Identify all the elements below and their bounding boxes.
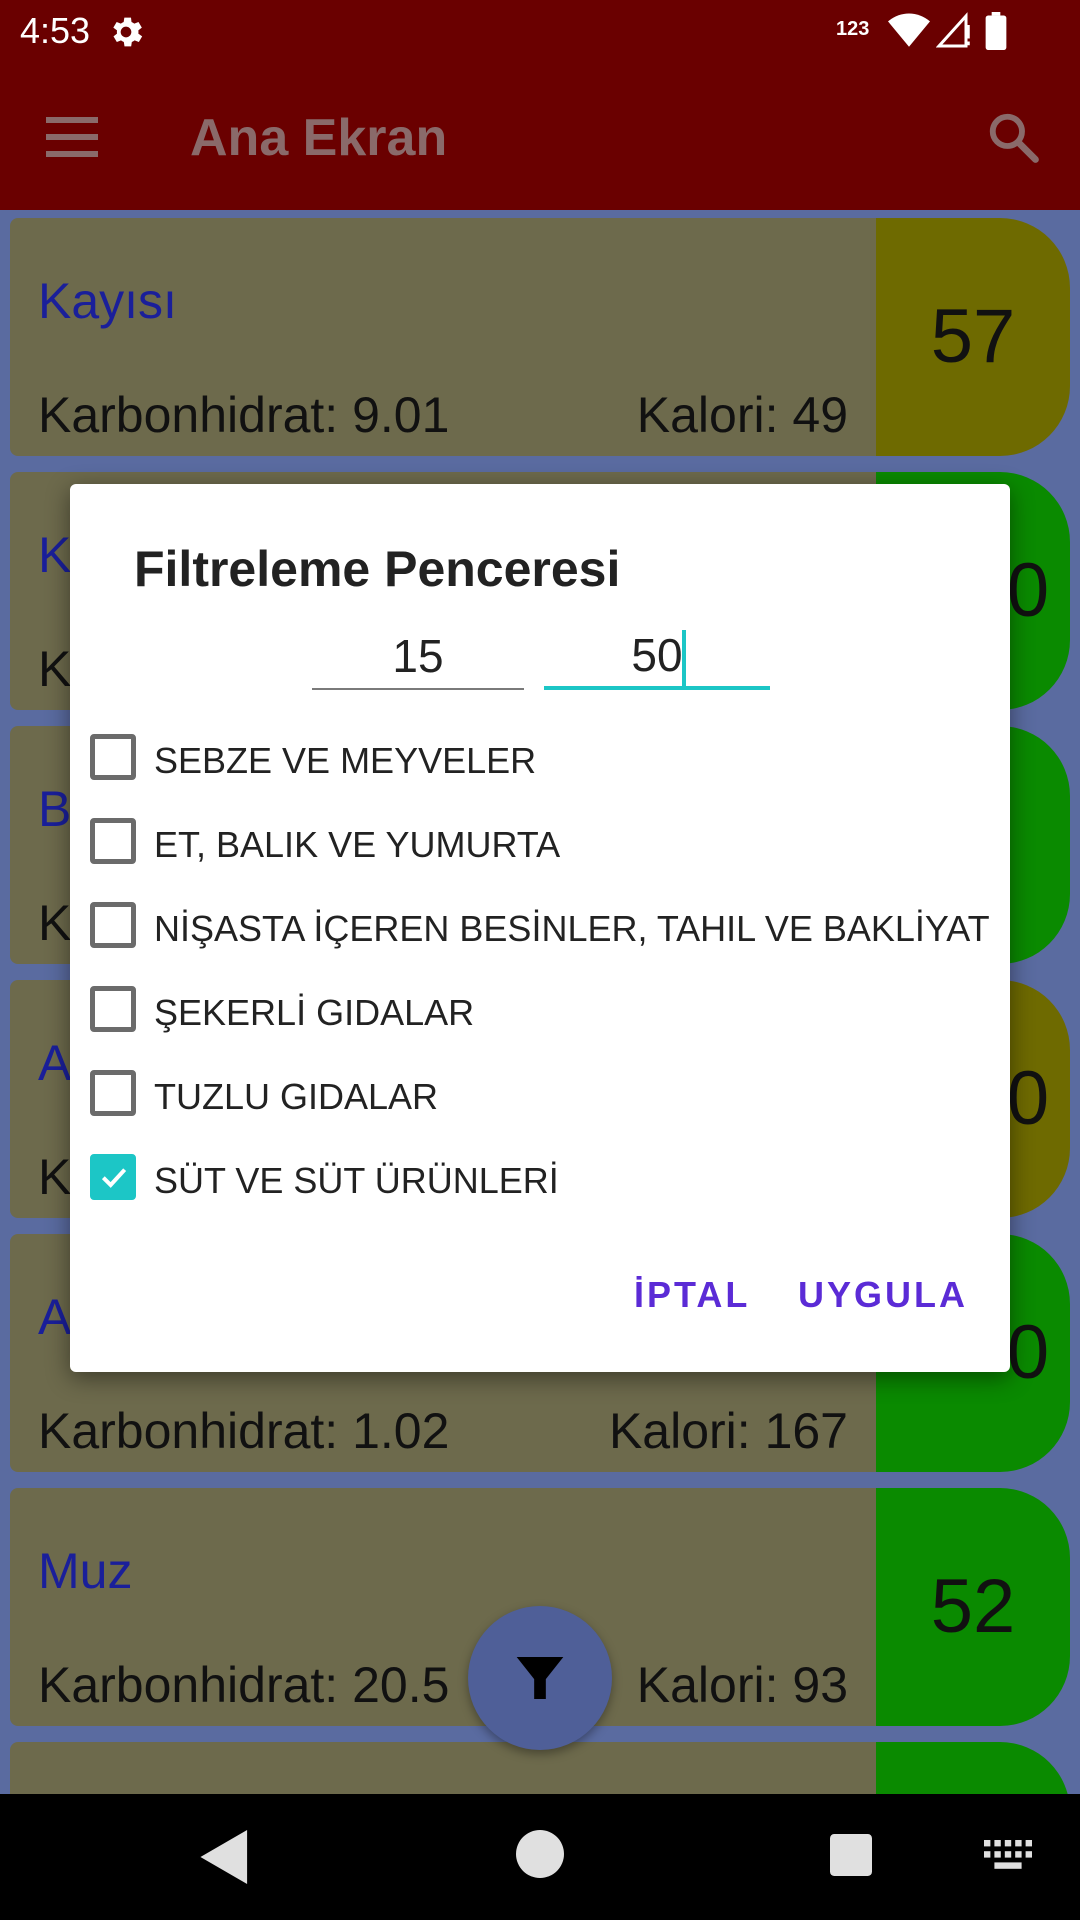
carb-value: Karbonhidrat: 20.5	[38, 1657, 450, 1713]
carb-value: K	[38, 641, 72, 697]
keyboard-icon[interactable]	[984, 1840, 1032, 1872]
checkbox-label: TUZLU GIDALAR	[154, 1076, 439, 1117]
app-bar: Ana Ekran	[0, 64, 1080, 210]
checkbox-label: NİŞASTA İÇEREN BESİNLER, TAHIL VE BAKLİY…	[154, 908, 990, 949]
gear-icon	[113, 17, 143, 47]
checkbox-checked[interactable]	[90, 1154, 136, 1200]
calorie-value: Kalori: 49	[636, 387, 848, 443]
calorie-value: Kalori: 167	[608, 1403, 848, 1459]
battery-icon	[985, 12, 1007, 50]
checkmark-icon	[101, 1168, 127, 1188]
cancel-button[interactable]: İPTAL	[634, 1274, 750, 1316]
back-icon[interactable]	[200, 1830, 250, 1884]
filter-dialog: Filtreleme Penceresi SEBZE VE MEYVELER E…	[70, 484, 1010, 1372]
home-icon[interactable]	[516, 1830, 564, 1878]
calorie-value: Kalori: 93	[636, 1657, 848, 1713]
category-checkbox-row[interactable]: TUZLU GIDALAR	[86, 1058, 986, 1128]
text-cursor	[682, 630, 686, 686]
min-value-input[interactable]	[312, 624, 524, 690]
carb-value: Karbonhidrat: 1.02	[38, 1403, 450, 1459]
food-name: B	[38, 781, 72, 837]
dialog-title: Filtreleme Penceresi	[134, 541, 621, 597]
filter-icon	[516, 1657, 564, 1699]
checkbox[interactable]	[90, 902, 136, 948]
food-name: A	[38, 1035, 72, 1091]
recents-icon[interactable]	[830, 1834, 872, 1876]
food-name: Kayısı	[38, 273, 177, 329]
filter-fab[interactable]	[468, 1606, 612, 1750]
card-body	[10, 1742, 876, 1794]
carb-value: Karbonhidrat: 9.01	[38, 387, 450, 443]
category-checkbox-row[interactable]: SEBZE VE MEYVELER	[86, 722, 986, 792]
input-mode-indicator: 123	[836, 18, 870, 40]
checkbox[interactable]	[90, 986, 136, 1032]
checkbox[interactable]	[90, 734, 136, 780]
gi-badge: 57	[876, 218, 1070, 456]
search-icon[interactable]	[986, 110, 1040, 164]
gi-badge	[876, 1742, 1070, 1794]
card-body: Kayısı Karbonhidrat: 9.01 Kalori: 49	[10, 218, 876, 456]
category-checkbox-row[interactable]: NİŞASTA İÇEREN BESİNLER, TAHIL VE BAKLİY…	[86, 890, 990, 960]
checkbox[interactable]	[90, 1070, 136, 1116]
checkbox-label: ŞEKERLİ GIDALAR	[154, 992, 475, 1033]
checkbox[interactable]	[90, 818, 136, 864]
signal-icon	[936, 12, 970, 48]
card-body: Muz Karbonhidrat: 20.5 Kalori: 93	[10, 1488, 876, 1726]
status-time: 4:53	[20, 10, 91, 51]
food-name: A	[38, 1289, 72, 1345]
wifi-icon	[888, 13, 930, 47]
gi-badge: 52	[876, 1488, 1070, 1726]
category-checkbox-row[interactable]: ŞEKERLİ GIDALAR	[86, 974, 986, 1044]
gi-value: 52	[930, 1564, 1016, 1649]
food-name: K	[38, 527, 72, 583]
navigation-bar	[0, 1794, 1080, 1920]
carb-value: K	[38, 1149, 72, 1205]
food-name: Muz	[38, 1543, 133, 1599]
category-checkbox-row[interactable]: SÜT VE SÜT ÜRÜNLERİ	[86, 1142, 986, 1212]
list-item[interactable]: Kayısı Karbonhidrat: 9.01 Kalori: 49 57	[10, 218, 1070, 456]
checkbox-label: ET, BALIK VE YUMURTA	[154, 824, 561, 865]
menu-icon[interactable]	[46, 116, 98, 158]
status-bar: 4:53 123	[0, 0, 1080, 64]
page-title: Ana Ekran	[190, 109, 448, 167]
checkbox-label: SEBZE VE MEYVELER	[154, 740, 537, 781]
apply-button[interactable]: UYGULA	[798, 1274, 968, 1316]
max-value-input[interactable]	[544, 624, 770, 690]
gi-value: 57	[930, 294, 1016, 379]
category-checkbox-row[interactable]: ET, BALIK VE YUMURTA	[86, 806, 986, 876]
checkbox-label: SÜT VE SÜT ÜRÜNLERİ	[154, 1160, 559, 1201]
carb-value: K	[38, 895, 72, 951]
